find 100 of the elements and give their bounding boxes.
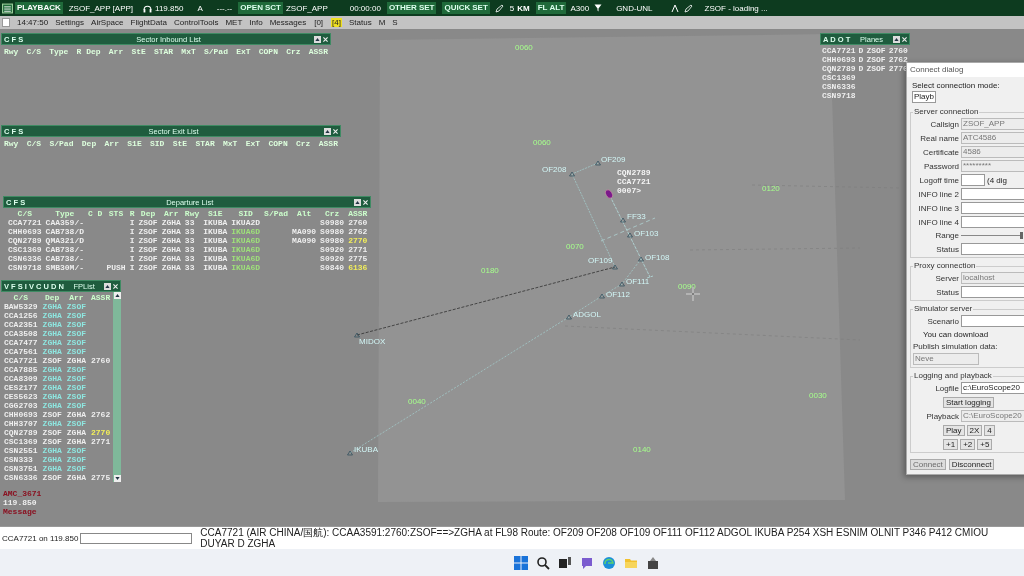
column-header[interactable]: ASSR [348,209,368,218]
table-cell[interactable]: IKUBA [203,254,228,263]
table-cell[interactable]: CES5623 [4,392,38,401]
column-header[interactable]: Arr [104,139,119,148]
menu-item[interactable]: Messages [269,18,307,27]
column-header[interactable]: STAR [153,47,174,56]
table-cell[interactable]: CSN9718 [822,91,856,100]
column-header[interactable]: Crz [286,47,301,56]
table-cell[interactable]: ZGHA [42,347,62,356]
menu-item[interactable]: MET [225,18,243,27]
input-field[interactable]: c:\EuroScope20 [961,382,1024,394]
scrollbar[interactable] [113,292,122,482]
table-cell[interactable]: ZSOF [138,263,158,272]
table-cell[interactable]: I [129,227,135,236]
column-header[interactable]: ASSR [91,293,111,302]
table-cell[interactable]: CCA2351 [4,320,38,329]
table-cell[interactable]: IKUBA [203,263,228,272]
message-counter[interactable]: [4] [331,18,342,27]
table-cell[interactable]: ZGHA [42,338,62,347]
column-header[interactable]: C/S [8,209,42,218]
table-cell[interactable]: IKUBA [203,218,228,227]
aircraft-target-icon[interactable] [605,189,613,199]
menu-item[interactable]: M [378,18,386,27]
column-header[interactable]: C/S [4,293,38,302]
table-cell[interactable]: MA090 [292,236,317,245]
filter-icon[interactable] [594,4,603,12]
table-cell[interactable]: ZSOF [138,236,158,245]
table-cell[interactable]: ZSOF [66,419,86,428]
table-cell[interactable]: 2762 [348,227,368,236]
table-cell[interactable]: CHH0693 [8,227,42,236]
table-cell[interactable]: ZSOF [42,356,62,365]
table-cell[interactable]: ZGHA [66,356,86,365]
column-header[interactable]: Crz [320,209,345,218]
table-cell[interactable]: CQN2789 [8,236,42,245]
table-cell[interactable]: ZGHA [42,365,62,374]
table-cell[interactable]: IKUA6D [231,263,261,272]
table-cell[interactable]: ZGHA [161,218,181,227]
column-header[interactable]: Arr [108,47,124,56]
column-header[interactable]: S/Pad [264,209,289,218]
table-cell[interactable]: ZGHA [42,455,62,464]
table-cell[interactable]: IKUA6D [231,245,261,254]
table-cell[interactable]: S0980 [320,218,345,227]
table-cell[interactable]: ZSOF [866,46,886,55]
table-cell[interactable]: 2771 [348,245,368,254]
dropdown-field[interactable]: Playb [912,91,936,103]
column-header[interactable]: Dep [138,209,158,218]
column-header[interactable]: Rwy [184,209,200,218]
table-cell[interactable]: S0980 [320,227,345,236]
close-icon[interactable] [322,35,329,43]
table-cell[interactable]: PUSH [106,263,126,272]
table-cell[interactable]: ZGHA [66,473,86,482]
table-cell[interactable]: 33 [184,227,200,236]
table-cell[interactable]: 33 [184,218,200,227]
table-cell[interactable]: ZGHA [42,392,62,401]
slider-thumb[interactable] [1020,232,1023,239]
table-cell[interactable]: ZSOF [66,392,86,401]
table-cell[interactable]: CCA1256 [4,311,38,320]
table-cell[interactable]: ZSOF [138,254,158,263]
table-cell[interactable]: ZSOF [138,218,158,227]
menu-item[interactable]: S [392,18,398,27]
table-cell[interactable]: ZSOF [66,347,86,356]
column-header[interactable]: SID [231,209,261,218]
pen-icon[interactable] [683,3,693,13]
table-cell[interactable]: CHH0693 [4,410,38,419]
table-cell[interactable]: ZSOF [66,320,86,329]
table-cell[interactable]: ZSOF [66,365,86,374]
column-header[interactable]: C/S [26,139,42,148]
dialog-button[interactable]: 2X [966,424,983,436]
table-cell[interactable]: ZGHA [161,245,181,254]
scroll-down-icon[interactable] [113,475,121,482]
table-cell[interactable]: ZGHA [42,302,62,311]
table-cell[interactable]: 33 [184,236,200,245]
minimize-icon[interactable] [354,198,362,206]
table-cell[interactable]: CHH0693 [822,55,856,64]
table-cell[interactable]: CCA7721 [822,46,856,55]
search-icon[interactable] [536,555,550,570]
column-header[interactable]: ExT [245,139,261,148]
table-cell[interactable]: CSN6336 [8,254,42,263]
table-cell[interactable]: CAA359/- [45,218,84,227]
table-cell[interactable]: I [129,236,135,245]
table-cell[interactable]: ZSOF [66,464,86,473]
table-cell[interactable]: CAB738/- [45,254,84,263]
close-icon[interactable] [332,127,339,135]
table-cell[interactable]: ZSOF [66,302,86,311]
table-cell[interactable]: I [129,263,135,272]
table-cell[interactable]: CAB738/D [45,227,84,236]
headset-icon[interactable] [143,3,153,13]
table-cell[interactable]: 2770 [348,236,368,245]
column-header[interactable]: MxT [223,139,238,148]
table-cell[interactable]: CCA8309 [4,374,38,383]
column-header[interactable]: S/Pad [203,47,228,56]
aircraft-label[interactable]: 0007> [617,186,641,195]
table-cell[interactable]: ZSOF [66,338,86,347]
column-header[interactable]: STAR [195,139,215,148]
dialog-button[interactable]: +5 [977,438,993,450]
column-header[interactable]: S/Pad [49,139,74,148]
table-cell[interactable]: CCA7885 [4,365,38,374]
column-header[interactable]: MxT [181,47,196,56]
window-control-icon[interactable] [2,18,10,27]
table-cell[interactable]: ZGHA [42,401,62,410]
